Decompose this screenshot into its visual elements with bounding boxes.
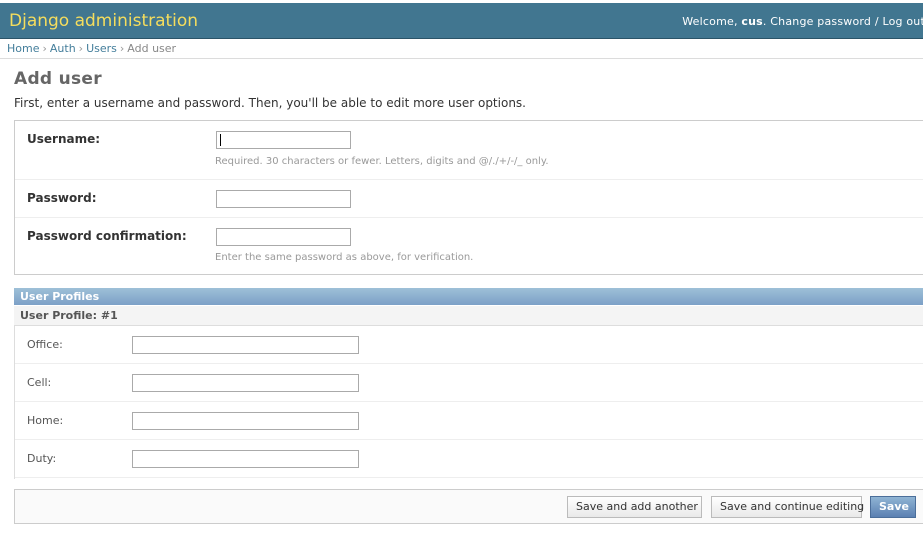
breadcrumb-separator: ›	[78, 42, 84, 55]
password-input[interactable]	[216, 190, 351, 208]
password-confirmation-row: Password confirmation: Enter the same pa…	[15, 218, 923, 276]
breadcrumb-separator: ›	[119, 42, 125, 55]
breadcrumb-current: Add user	[127, 42, 177, 55]
password-confirmation-help: Enter the same password as above, for ve…	[215, 252, 474, 263]
duty-label: Duty:	[27, 452, 57, 465]
office-label: Office:	[27, 338, 63, 351]
duty-input[interactable]	[132, 450, 359, 468]
username-label: Username:	[27, 132, 101, 146]
username-help: Required. 30 characters or fewer. Letter…	[215, 156, 549, 167]
user-profile-fieldset: Office: Cell: Home: Duty:	[14, 326, 923, 479]
header: Django administration Welcome, cus. Chan…	[0, 3, 923, 39]
save-and-add-another-button[interactable]: Save and add another	[567, 496, 702, 518]
username: cus	[741, 15, 763, 28]
cell-input[interactable]	[132, 374, 359, 392]
office-input[interactable]	[132, 336, 359, 354]
site-name[interactable]: Django administration	[9, 11, 198, 31]
breadcrumb-users[interactable]: Users	[86, 42, 117, 55]
home-input[interactable]	[132, 412, 359, 430]
submit-row: Save and add another Save and continue e…	[14, 489, 923, 524]
logout-link[interactable]: Log out	[882, 15, 923, 28]
office-row: Office:	[15, 326, 923, 364]
user-tools: Welcome, cus. Change password / Log out	[682, 15, 923, 28]
home-row: Home:	[15, 402, 923, 440]
password-row: Password:	[15, 180, 923, 218]
save-button[interactable]: Save	[870, 496, 916, 518]
user-fieldset: Username: Required. 30 characters or few…	[14, 120, 923, 275]
inline-item-title: User Profile: #1	[14, 306, 923, 326]
tools-separator: /	[874, 15, 879, 28]
breadcrumb-auth[interactable]: Auth	[50, 42, 76, 55]
cell-label: Cell:	[27, 376, 52, 389]
page-title: Add user	[14, 69, 102, 89]
page-intro: First, enter a username and password. Th…	[14, 96, 526, 110]
inline-group-title: User Profiles	[14, 288, 923, 305]
welcome-text: Welcome,	[682, 15, 738, 28]
duty-row: Duty:	[15, 440, 923, 478]
save-and-continue-button[interactable]: Save and continue editing	[711, 496, 864, 518]
home-label: Home:	[27, 414, 64, 427]
breadcrumb: Home › Auth › Users › Add user	[0, 39, 923, 59]
username-input[interactable]	[216, 131, 351, 149]
password-confirmation-label: Password confirmation:	[27, 229, 187, 243]
breadcrumb-home[interactable]: Home	[7, 42, 39, 55]
password-label: Password:	[27, 191, 97, 205]
breadcrumb-separator: ›	[42, 42, 47, 55]
password-confirmation-input[interactable]	[216, 228, 351, 246]
cell-row: Cell:	[15, 364, 923, 402]
change-password-link[interactable]: Change password	[770, 15, 871, 28]
username-row: Username: Required. 30 characters or few…	[15, 121, 923, 180]
